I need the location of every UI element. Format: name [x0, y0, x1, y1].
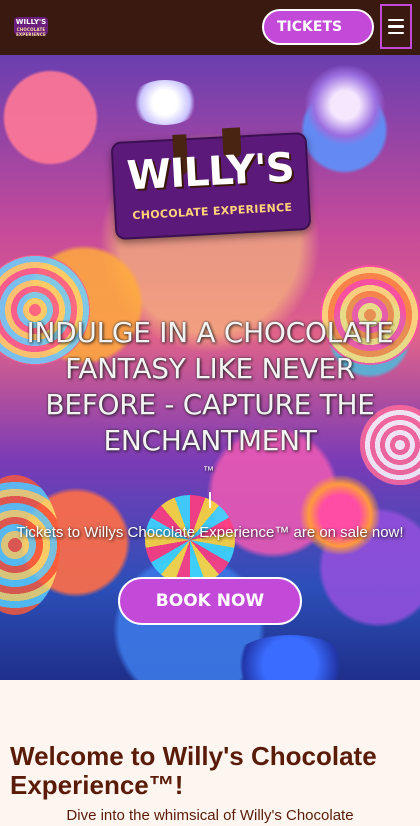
tickets-button[interactable]: TICKETS — [262, 9, 374, 45]
book-now-button[interactable]: BOOK NOW — [118, 577, 302, 625]
hero-subtext: Tickets to Willys Chocolate Experience™ … — [16, 524, 404, 541]
hero-headline: INDULGE IN A CHOCOLATE FANTASY LIKE NEVE… — [26, 316, 394, 457]
top-nav-bar: WILLY'S CHOCOLATE EXPERIENCE TICKETS — [0, 0, 420, 55]
candy-decoration — [305, 65, 385, 145]
site-logo-line2: CHOCOLATE EXPERIENCE — [16, 27, 46, 37]
menu-line — [388, 25, 404, 28]
hero-logo-subtitle: CHOCOLATE EXPERIENCE — [132, 200, 293, 223]
divider — [209, 492, 211, 508]
welcome-heading: Welcome to Willy's Chocolate Experience™… — [10, 741, 377, 800]
site-logo[interactable]: WILLY'S CHOCOLATE EXPERIENCE — [14, 17, 48, 37]
site-logo-line1: WILLY'S — [15, 18, 47, 26]
trademark-symbol: ™ — [203, 465, 214, 477]
hamburger-menu-icon[interactable] — [380, 4, 412, 49]
hero-logo: WILLY'S CHOCOLATE EXPERIENCE — [110, 127, 312, 241]
candy-decoration — [230, 635, 350, 680]
intro-text: Dive into the whimsical of Willy's Choco… — [66, 807, 354, 824]
hero-logo-title: WILLY'S — [125, 144, 295, 200]
candy-decoration — [0, 475, 60, 615]
hero-banner: WILLY'S CHOCOLATE EXPERIENCE INDULGE IN … — [0, 55, 420, 680]
candy-decoration — [130, 80, 200, 125]
menu-line — [388, 31, 404, 35]
menu-line — [388, 18, 404, 22]
